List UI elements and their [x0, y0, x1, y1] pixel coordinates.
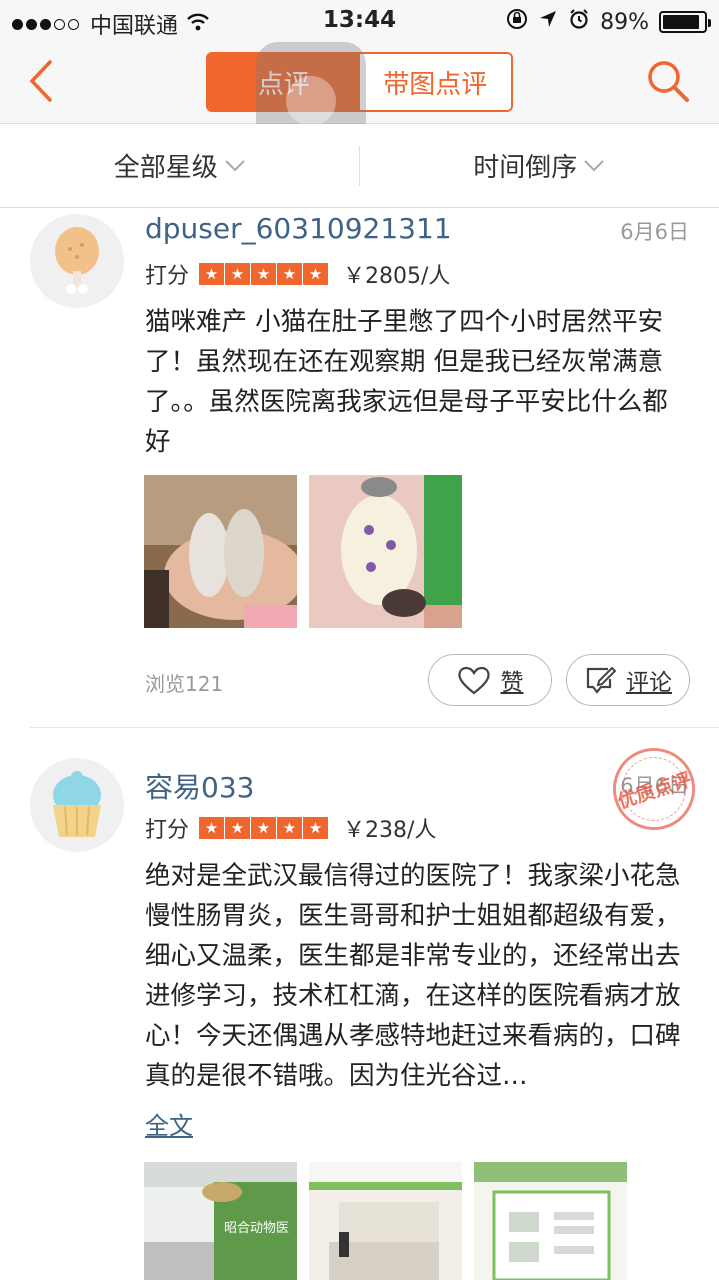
back-arrow-icon[interactable] [22, 56, 62, 106]
review-text[interactable]: 猫咪难产 小猫在肚子里憋了四个小时居然平安了！虽然现在还在观察期 但是我已经灰常… [145, 302, 690, 462]
review-item: 容易033 6月6日 优质点评 打分 ★ ★ ★ ★ ★ ￥238/人 绝对是全武汉最信… [0, 728, 719, 1280]
stamp-label: 优质点评 [614, 768, 695, 813]
comment-button[interactable]: 评论 [566, 654, 690, 706]
star-icon: ★ [199, 263, 225, 285]
username[interactable]: 容易033 [145, 766, 254, 806]
review-photo[interactable] [309, 1162, 462, 1280]
chevron-down-icon [225, 159, 245, 171]
rating-row: 打分 ★ ★ ★ ★ ★ ￥2805/人 [145, 258, 450, 290]
comment-edit-icon [586, 666, 616, 694]
status-bar: 中国联通 13:44 89% [0, 0, 719, 40]
star-rating: ★ ★ ★ ★ ★ [199, 817, 329, 839]
rating-label: 打分 [145, 818, 190, 843]
search-icon[interactable] [645, 58, 691, 104]
star-icon: ★ [251, 263, 277, 285]
comment-label: 评论 [626, 670, 672, 696]
price-per-person: ￥238/人 [343, 818, 437, 843]
avatar[interactable] [30, 214, 124, 308]
tab-photo-reviews[interactable]: 带图点评 [359, 54, 511, 110]
star-icon: ★ [225, 263, 251, 285]
star-icon: ★ [303, 817, 329, 839]
star-icon: ★ [225, 817, 251, 839]
username[interactable]: dpuser_60310921311 [145, 212, 452, 245]
chevron-down-icon [584, 159, 604, 171]
drumstick-avatar-icon [55, 227, 99, 294]
review-item: dpuser_60310921311 6月6日 打分 ★ ★ ★ ★ ★ ￥2805/人… [0, 208, 719, 728]
cupcake-avatar-icon [53, 771, 101, 837]
review-text[interactable]: 绝对是全武汉最信得过的医院了！我家梁小花急慢性肠胃炎，医生哥哥和护士姐姐都超级有… [145, 856, 690, 1096]
like-label: 赞 [500, 670, 524, 696]
like-button[interactable]: 赞 [428, 654, 552, 706]
filter-divider [359, 146, 360, 186]
alarm-icon [568, 8, 590, 36]
star-icon: ★ [303, 263, 329, 285]
star-icon: ★ [199, 817, 225, 839]
star-rating: ★ ★ ★ ★ ★ [199, 263, 329, 285]
photo-sign-text: 昭合动物医 [224, 1221, 289, 1236]
view-count: 浏览121 [145, 672, 224, 696]
battery-percent: 89% [600, 9, 649, 35]
full-text-link[interactable]: 全文 [145, 1106, 193, 1141]
rating-row: 打分 ★ ★ ★ ★ ★ ￥238/人 [145, 812, 436, 844]
sort-dropdown[interactable]: 时间倒序 [360, 124, 719, 207]
rotation-lock-icon [506, 8, 528, 36]
review-date: 6月6日 [620, 220, 689, 244]
star-filter-label: 全部星级 [113, 153, 218, 183]
star-filter-dropdown[interactable]: 全部星级 [0, 124, 360, 207]
battery-icon [659, 11, 711, 33]
star-icon: ★ [277, 263, 303, 285]
review-photo[interactable] [309, 475, 462, 628]
star-icon: ★ [251, 817, 277, 839]
review-photo[interactable]: 昭合动物医 [144, 1162, 297, 1280]
filter-bar: 全部星级 时间倒序 [0, 124, 719, 208]
quality-review-stamp: 优质点评 [602, 737, 706, 841]
avatar[interactable] [30, 758, 124, 852]
star-icon: ★ [277, 817, 303, 839]
heart-icon [457, 666, 490, 695]
price-per-person: ￥2805/人 [343, 264, 451, 289]
rating-label: 打分 [145, 264, 190, 289]
review-photo[interactable] [144, 475, 297, 628]
location-icon [538, 9, 558, 35]
navigation-bar: 点评 带图点评 [0, 40, 719, 158]
sort-label: 时间倒序 [473, 153, 578, 183]
review-photo[interactable] [474, 1162, 627, 1280]
